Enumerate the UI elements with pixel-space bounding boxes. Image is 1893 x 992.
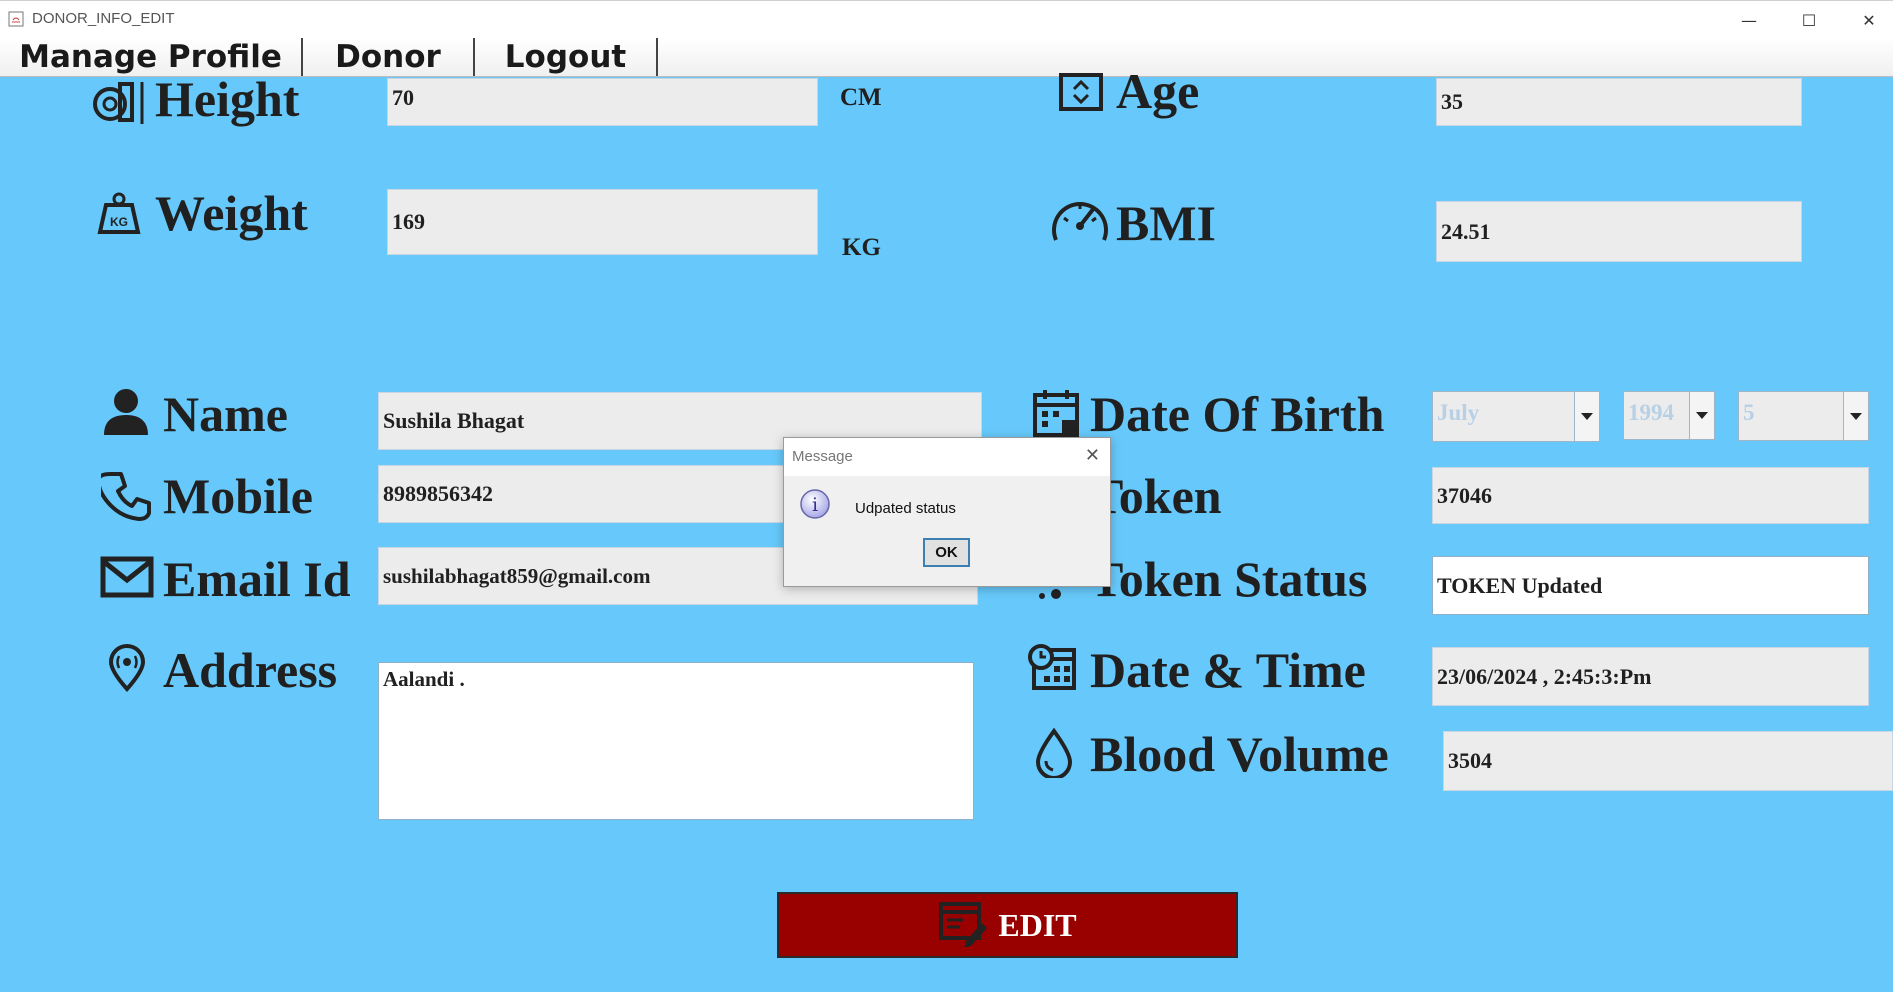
title-bar: DONOR_INFO_EDIT — ☐ ✕ [0, 0, 1893, 38]
dob-year-select[interactable]: 1994 [1623, 391, 1715, 440]
edit-button-label: EDIT [998, 906, 1077, 943]
dob-month-select[interactable]: July [1432, 391, 1600, 442]
blood-drop-icon [1034, 728, 1074, 778]
message-dialog: Message ✕ i Udpated status OK [783, 437, 1111, 587]
close-window-button[interactable]: ✕ [1840, 1, 1893, 39]
bmi-field[interactable]: 24.51 [1436, 201, 1802, 262]
address-label: Address [163, 642, 338, 698]
age-label: Age [1116, 63, 1200, 119]
edit-button[interactable]: EDIT [777, 892, 1238, 958]
dob-day-select[interactable]: 5 [1738, 391, 1869, 441]
bmi-label: BMI [1116, 195, 1216, 251]
maximize-button[interactable]: ☐ [1780, 1, 1838, 39]
mobile-label: Mobile [163, 468, 313, 524]
weight-kg-icon: KG [97, 191, 141, 235]
dialog-title: Message [792, 448, 853, 465]
dob-day-value: 5 [1743, 400, 1755, 425]
weight-label: Weight [155, 185, 308, 241]
datetime-label: Date & Time [1090, 642, 1366, 698]
blood-volume-field[interactable]: 3504 [1443, 731, 1893, 791]
name-label: Name [163, 386, 288, 442]
dialog-message: Udpated status [855, 500, 956, 517]
menu-logout[interactable]: Logout [475, 38, 658, 76]
java-app-icon [8, 11, 24, 27]
address-textarea[interactable]: Aalandi . [378, 662, 974, 820]
calendar-icon [1032, 388, 1082, 440]
age-icon [1058, 72, 1104, 112]
email-label: Email Id [163, 551, 351, 607]
location-pin-icon [107, 644, 147, 692]
height-unit: CM [840, 84, 882, 111]
info-icon: i [799, 488, 831, 520]
chevron-down-icon[interactable] [1843, 392, 1868, 440]
weight-unit: KG [842, 234, 881, 261]
phone-icon [101, 470, 153, 522]
tape-measure-icon [90, 78, 148, 126]
height-field[interactable]: 70 [387, 78, 818, 126]
info-icon-glyph: i [812, 494, 818, 516]
datetime-field[interactable]: 23/06/2024 , 2:45:3:Pm [1432, 647, 1869, 706]
envelope-icon [100, 556, 154, 598]
token-status-field[interactable]: TOKEN Updated [1432, 556, 1869, 615]
chevron-down-icon[interactable] [1574, 392, 1599, 441]
dob-year-value: 1994 [1628, 400, 1674, 425]
token-status-label: Token Status [1090, 551, 1368, 607]
token-field[interactable]: 37046 [1432, 467, 1869, 524]
height-label: Height [155, 71, 300, 127]
chevron-down-icon[interactable] [1689, 392, 1714, 439]
window-title: DONOR_INFO_EDIT [32, 10, 175, 27]
minimize-button[interactable]: — [1720, 1, 1778, 39]
person-icon [101, 387, 151, 437]
menu-donor[interactable]: Donor [303, 38, 475, 76]
dialog-close-button[interactable]: ✕ [1085, 445, 1100, 466]
svg-text:KG: KG [110, 215, 128, 229]
dob-month-value: July [1437, 400, 1480, 425]
dob-label: Date Of Birth [1090, 386, 1385, 442]
blood-volume-label: Blood Volume [1090, 726, 1389, 782]
weight-field[interactable]: 169 [387, 189, 818, 255]
calendar-clock-icon [1028, 644, 1078, 692]
speedometer-icon [1050, 192, 1110, 248]
age-field[interactable]: 35 [1436, 78, 1802, 126]
edit-document-icon [938, 899, 988, 952]
dialog-ok-button[interactable]: OK [923, 538, 970, 567]
